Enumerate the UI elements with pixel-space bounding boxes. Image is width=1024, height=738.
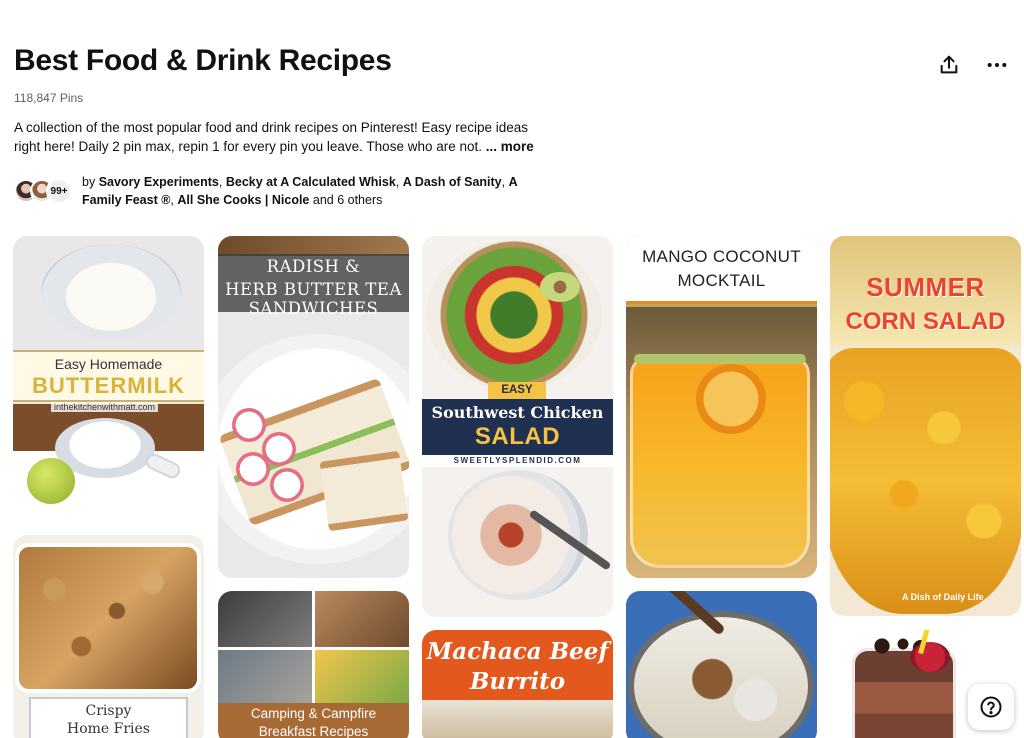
- pin-overlay: RADISH & HERB BUTTER TEA SANDWICHES: [218, 254, 409, 318]
- pin-text: Easy Homemade: [54, 356, 163, 372]
- collaborator-link[interactable]: All She Cooks | Nicole: [177, 193, 309, 207]
- pin-image: [218, 591, 312, 647]
- pin-mango-mocktail[interactable]: MANGO COCONUT MOCKTAIL: [626, 236, 817, 578]
- collaborator-link[interactable]: Savory Experiments: [99, 175, 219, 189]
- pin-buttermilk[interactable]: Easy Homemade BUTTERMILK inthekitchenwit…: [13, 236, 204, 521]
- pin-watermark: A Dish of Daily Life: [902, 592, 984, 602]
- pin-text: Breakfast Recipes: [258, 724, 369, 738]
- pin-text: SALAD: [474, 423, 561, 450]
- pin-overlay: Crispy Home Fries: [29, 697, 188, 738]
- help-button[interactable]: [968, 684, 1014, 730]
- pin-camping-breakfast[interactable]: Camping & Campfire Breakfast Recipes: [218, 591, 409, 738]
- pin-text: BUTTERMILK: [32, 373, 185, 398]
- pin-text: Burrito: [469, 668, 566, 695]
- pin-image: [27, 458, 75, 504]
- collaborators: 99+ by Savory Experiments, Becky at A Ca…: [14, 173, 532, 209]
- pin-image: [218, 650, 312, 706]
- pin-text: Camping & Campfire: [250, 706, 377, 721]
- pin-rice-pot[interactable]: [626, 591, 817, 738]
- pin-image: [422, 700, 613, 738]
- pin-corn-salad[interactable]: SUMMER CORN SALAD A Dish of Daily Life: [830, 236, 1021, 616]
- board-title: Best Food & Drink Recipes: [14, 44, 392, 77]
- pin-image: [218, 236, 409, 256]
- pin-home-fries[interactable]: Crispy Home Fries: [13, 535, 204, 738]
- pin-image: [426, 240, 602, 390]
- share-button[interactable]: [932, 48, 966, 82]
- pin-image: [634, 354, 806, 364]
- pin-image: [696, 364, 766, 434]
- pin-image: [15, 543, 201, 693]
- header-actions: [932, 48, 1014, 82]
- pin-image: [315, 650, 409, 706]
- pin-badge: EASY: [488, 382, 546, 399]
- pin-image: [830, 348, 1021, 614]
- by-label: by: [82, 175, 96, 189]
- others-label[interactable]: and 6 others: [313, 193, 383, 207]
- avatar-count-badge: 99+: [46, 178, 72, 204]
- more-options-button[interactable]: [980, 48, 1014, 82]
- pin-text: SUMMER: [866, 272, 985, 302]
- pin-image: [270, 468, 304, 502]
- pin-text: Southwest Chicken: [431, 403, 604, 422]
- share-icon: [940, 55, 958, 74]
- pin-text: Home Fries: [66, 721, 150, 737]
- description-text: A collection of the most popular food an…: [14, 120, 529, 154]
- pin-text: Machaca Beef: [426, 638, 609, 665]
- board-description: A collection of the most popular food an…: [14, 118, 534, 156]
- pin-radish-sandwiches[interactable]: RADISH & HERB BUTTER TEA SANDWICHES: [218, 236, 409, 578]
- pin-image: [910, 642, 950, 672]
- pin-count: 118,847 Pins: [14, 91, 84, 105]
- pin-image: [315, 591, 409, 647]
- collaborator-link[interactable]: Becky at A Calculated Whisk: [226, 175, 396, 189]
- help-icon: [980, 696, 1002, 718]
- pin-image: [232, 408, 266, 442]
- pin-watermark: inthekitchenwithmatt.com: [51, 402, 159, 412]
- pin-text: HERB BUTTER TEA SANDWICHES: [225, 280, 402, 318]
- pin-image: [319, 450, 409, 532]
- pin-text: RADISH &: [266, 257, 361, 276]
- pin-grid: Easy Homemade BUTTERMILK inthekitchenwit…: [13, 236, 1024, 738]
- collaborator-list: by Savory Experiments, Becky at A Calcul…: [82, 175, 518, 207]
- pin-text: CORN SALAD: [845, 308, 1006, 335]
- pin-image: [540, 272, 580, 302]
- pin-machaca-burrito[interactable]: Machaca Beef Burrito: [422, 630, 613, 738]
- pin-text: MOCKTAIL: [677, 271, 766, 290]
- pin-southwest-salad[interactable]: EASY Southwest Chicken SALAD SWEETLYSPLE…: [422, 236, 613, 617]
- pin-watermark: SWEETLYSPLENDID.COM: [422, 455, 613, 467]
- pin-text: MANGO COCONUT: [642, 247, 801, 266]
- pin-overlay: Camping & Campfire Breakfast Recipes: [218, 703, 409, 738]
- pin-overlay: Southwest Chicken SALAD: [422, 399, 613, 455]
- pin-image: [236, 452, 270, 486]
- pin-overlay: MANGO COCONUT MOCKTAIL: [626, 236, 817, 304]
- pin-overlay: Easy Homemade BUTTERMILK: [13, 350, 204, 402]
- pin-image: [41, 244, 181, 340]
- collaborator-link[interactable]: A Dash of Sanity: [403, 175, 502, 189]
- pin-text: Crispy: [85, 703, 132, 719]
- collaborator-avatars[interactable]: 99+: [14, 173, 82, 209]
- more-options-icon: [987, 62, 1007, 68]
- more-link[interactable]: ... more: [486, 139, 534, 154]
